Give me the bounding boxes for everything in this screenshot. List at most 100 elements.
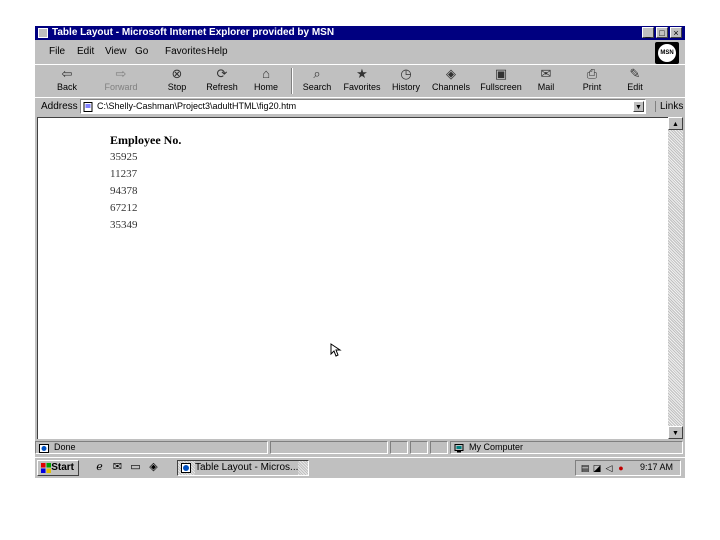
quicklaunch-channels-icon[interactable]: ◈ [147,461,160,474]
table-row: 11237 [110,168,138,180]
edit-icon: ✎ [629,66,641,81]
status-text-panel: Done [35,441,268,454]
page-content: Employee No. 35925 11237 94378 67212 353… [37,117,668,439]
msn-logo-icon: MSN [658,44,676,62]
menu-view[interactable]: View [105,46,127,57]
title-bar[interactable]: Table Layout - Microsoft Internet Explor… [35,26,685,40]
standard-toolbar: ⇦ Back ⇨ Forward ⊗ Stop ⟳ Refresh ⌂ Home… [35,64,685,98]
clock[interactable]: 9:17 AM [640,462,673,472]
my-computer-icon [454,444,464,453]
system-tray: ▤ ◪ ◁ ● 9:17 AM [575,460,681,476]
back-button[interactable]: ⇦ Back [45,67,89,95]
table-row: 35349 [110,219,138,231]
forward-label: Forward [104,82,138,92]
tray-scheduler-icon[interactable]: ◪ [592,463,602,473]
quicklaunch-desktop-icon[interactable]: ▭ [129,461,142,474]
ie-window-icon [181,463,191,473]
table-row: 67212 [110,202,138,214]
home-icon: ⌂ [262,66,270,81]
table-header: Employee No. [110,133,182,147]
menu-file[interactable]: File [49,46,65,57]
address-bar: Address C:\Shelly-Cashman\Project3\adult… [35,97,685,117]
mail-button[interactable]: ✉ Mail [524,67,568,95]
mail-icon: ✉ [540,66,552,81]
scroll-up-button[interactable]: ▲ [668,117,683,130]
refresh-label: Refresh [206,82,238,92]
forward-arrow-icon: ⇨ [115,66,127,81]
status-panel-small [410,441,428,454]
browser-window: Table Layout - Microsoft Internet Explor… [35,26,685,477]
channels-label: Channels [431,82,471,92]
edit-button[interactable]: ✎ Edit [613,67,657,95]
scroll-down-button[interactable]: ▼ [668,426,683,439]
employee-table: Employee No. 35925 11237 94378 67212 353… [110,132,181,234]
search-button[interactable]: ⌕ Search [295,67,339,95]
table-row: 35925 [110,151,138,163]
ie-app-icon [38,28,48,38]
maximize-button[interactable]: □ [656,27,668,38]
page-icon [83,102,93,112]
home-button[interactable]: ⌂ Home [244,67,288,95]
windows-logo-icon [41,463,51,473]
address-label: Address [41,101,78,112]
close-button[interactable]: × [670,27,682,38]
fullscreen-icon: ▣ [494,66,508,81]
fullscreen-button[interactable]: ▣ Fullscreen [479,67,523,95]
print-label: Print [582,82,602,92]
taskbar: Start ℯ ✉ ▭ ◈ Table Layout - Micros... ▤… [35,457,685,478]
edit-label: Edit [627,82,643,92]
address-input[interactable]: C:\Shelly-Cashman\Project3\adultHTML\fig… [80,99,646,114]
start-button[interactable]: Start [37,460,79,476]
tray-antivirus-icon[interactable]: ● [616,463,626,473]
status-zone-panel: My Computer [450,441,683,454]
table-row: 94378 [110,185,138,197]
status-bar: Done My Computer [35,440,685,456]
stop-button[interactable]: ⊗ Stop [155,67,199,95]
forward-button[interactable]: ⇨ Forward [99,67,143,95]
fullscreen-label: Fullscreen [480,82,522,92]
quicklaunch-outlook-icon[interactable]: ✉ [111,461,124,474]
stop-icon: ⊗ [171,66,183,81]
mouse-pointer-icon [330,343,342,357]
start-label: Start [51,462,74,473]
ie-page-icon [39,444,49,453]
channels-button[interactable]: ◈ Channels [429,67,473,95]
menu-edit[interactable]: Edit [77,46,94,57]
links-button[interactable]: Links [655,101,683,112]
favorites-label: Favorites [343,82,381,92]
history-button[interactable]: ◷ History [384,67,428,95]
vertical-scrollbar[interactable]: ▲ ▼ [668,117,683,439]
tray-network-icon[interactable]: ▤ [580,463,590,473]
zone-text: My Computer [469,442,524,452]
history-label: History [391,82,420,92]
quicklaunch-ie-icon[interactable]: ℯ [93,461,106,474]
status-panel-small [430,441,448,454]
menu-favorites[interactable]: Favorites [165,46,206,57]
search-label: Search [302,82,332,92]
refresh-button[interactable]: ⟳ Refresh [200,67,244,95]
toolbar-separator [291,68,293,94]
task-button-table-layout[interactable]: Table Layout - Micros... [177,460,309,476]
status-text: Done [54,442,76,452]
status-progress-panel [270,441,388,454]
print-button[interactable]: ⎙ Print [570,67,614,95]
menu-bar: File Edit View Go Favorites Help [35,42,685,62]
address-text: C:\Shelly-Cashman\Project3\adultHTML\fig… [97,101,297,111]
minimize-button[interactable]: _ [642,27,654,38]
print-icon: ⎙ [586,66,598,81]
refresh-icon: ⟳ [216,66,228,81]
menu-go[interactable]: Go [135,46,148,57]
tray-volume-icon[interactable]: ◁ [604,463,614,473]
history-icon: ◷ [400,66,412,81]
favorites-button[interactable]: ★ Favorites [340,67,384,95]
channels-icon: ◈ [446,66,456,81]
search-icon: ⌕ [313,66,321,81]
task-button-label: Table Layout - Micros... [195,461,299,475]
back-label: Back [56,82,77,92]
favorites-icon: ★ [356,66,368,81]
address-dropdown-button[interactable]: ▼ [633,101,644,112]
stop-label: Stop [167,82,187,92]
mail-label: Mail [537,82,555,92]
menu-help[interactable]: Help [207,46,228,57]
window-title: Table Layout - Microsoft Internet Explor… [52,27,335,38]
